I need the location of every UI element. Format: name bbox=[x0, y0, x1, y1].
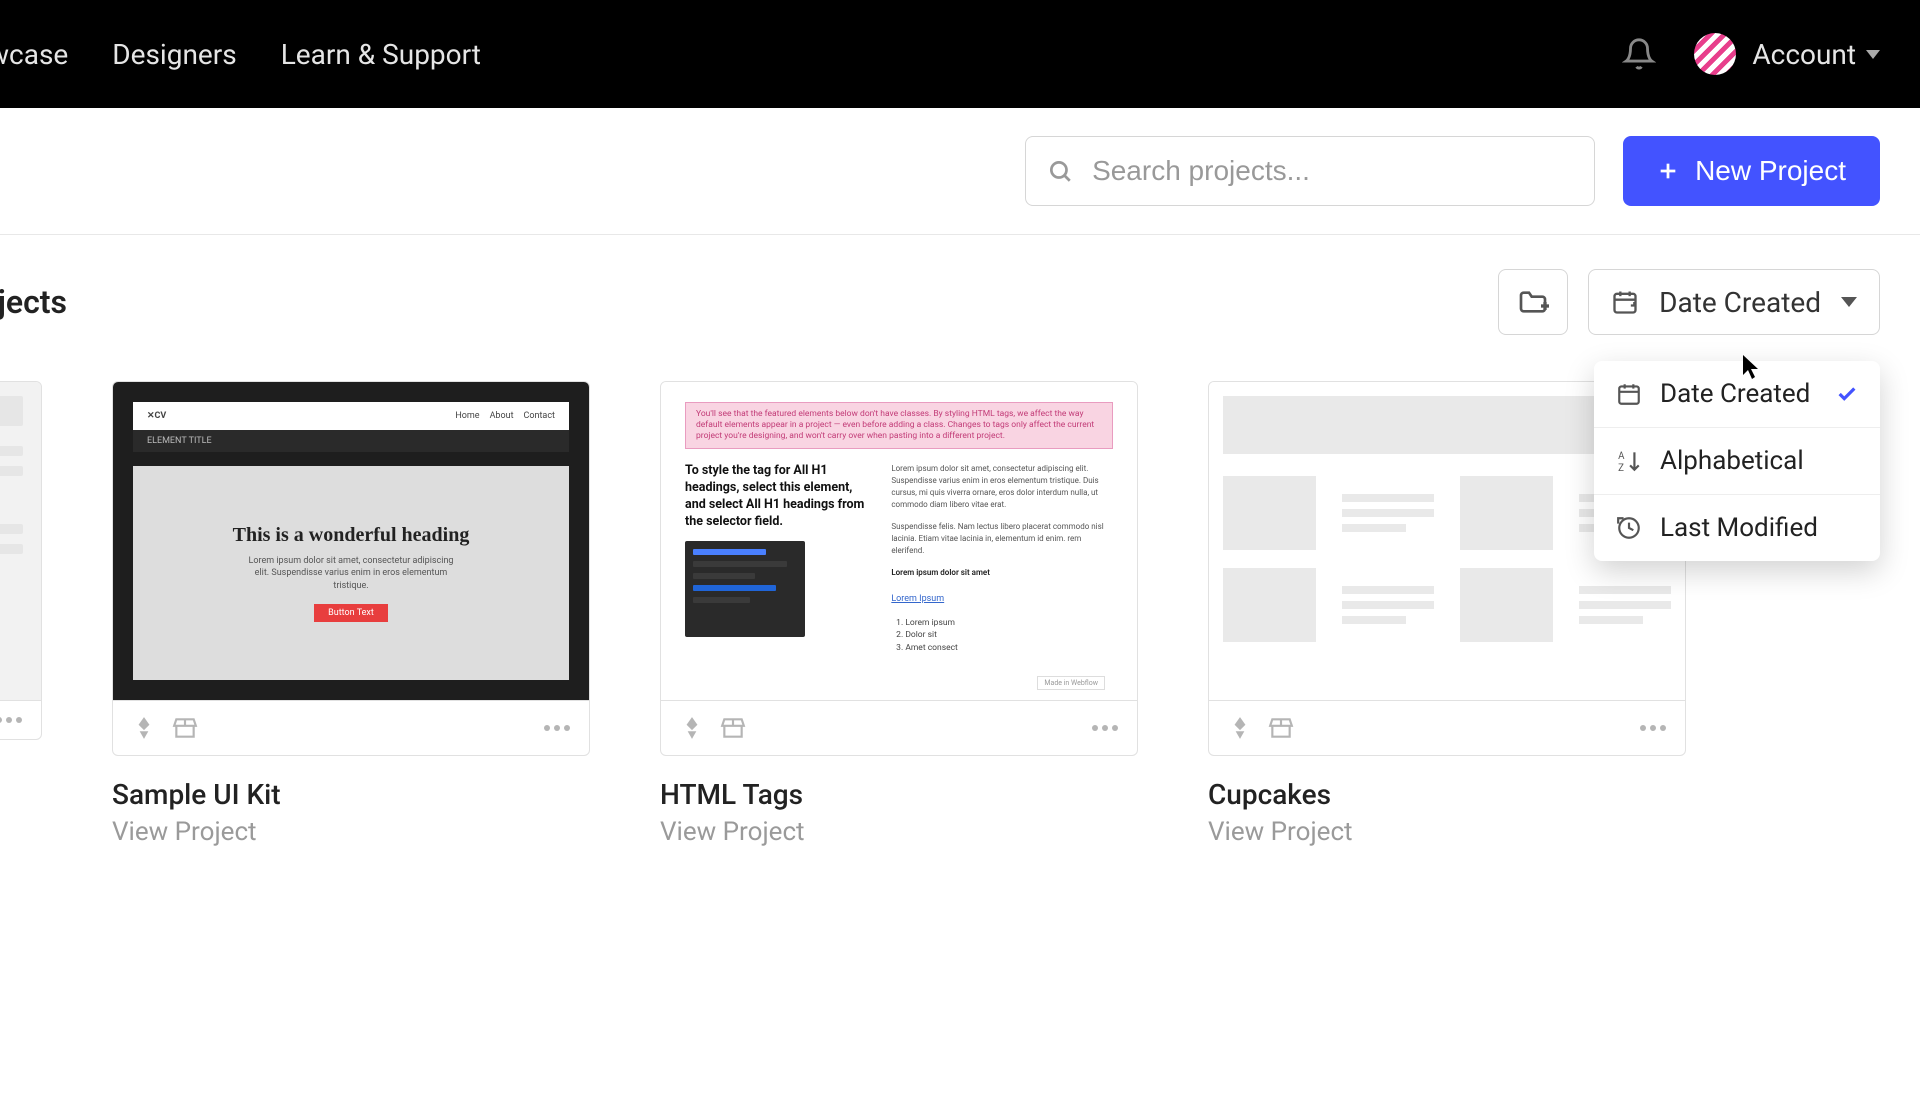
chevron-down-icon bbox=[1866, 50, 1880, 59]
showcase-icon[interactable] bbox=[1267, 715, 1295, 741]
showcase-icon[interactable] bbox=[719, 715, 747, 741]
az-sort-icon: AZ bbox=[1616, 448, 1642, 474]
sort-option-label: Last Modified bbox=[1660, 513, 1858, 543]
project-card[interactable] bbox=[0, 381, 42, 740]
view-project-link[interactable]: View Project bbox=[1208, 817, 1686, 847]
section-bar: Projects Date Created Date Created AZ Al… bbox=[0, 235, 1920, 355]
search-icon bbox=[1047, 158, 1073, 184]
project-card[interactable]: You'll see that the featured elements be… bbox=[660, 381, 1138, 756]
new-folder-button[interactable] bbox=[1498, 269, 1568, 335]
project-title: Sample UI Kit bbox=[112, 778, 590, 811]
avatar[interactable] bbox=[1694, 33, 1736, 75]
sort-option-label: Alphabetical bbox=[1660, 446, 1858, 476]
account-menu[interactable]: Account bbox=[1752, 38, 1880, 71]
sort-button[interactable]: Date Created bbox=[1588, 269, 1880, 335]
search-input[interactable] bbox=[1025, 136, 1595, 206]
caret-down-icon bbox=[1841, 297, 1857, 307]
tools-row: New Project bbox=[0, 108, 1920, 235]
sort-option-last-modified[interactable]: Last Modified bbox=[1594, 495, 1880, 561]
nav-showcase[interactable]: Showcase bbox=[0, 38, 68, 71]
new-project-button[interactable]: New Project bbox=[1623, 136, 1880, 206]
designer-icon[interactable] bbox=[679, 715, 705, 741]
svg-text:A: A bbox=[1618, 451, 1625, 462]
sort-dropdown: Date Created AZ Alphabetical Last Modifi… bbox=[1594, 361, 1880, 561]
designer-icon[interactable] bbox=[1227, 715, 1253, 741]
sort-option-label: Date Created bbox=[1660, 379, 1818, 409]
card-menu-button[interactable] bbox=[543, 723, 571, 733]
new-project-label: New Project bbox=[1695, 155, 1846, 187]
sort-option-alphabetical[interactable]: AZ Alphabetical bbox=[1594, 428, 1880, 495]
account-label: Account bbox=[1752, 38, 1856, 71]
view-project-link[interactable]: View Project bbox=[660, 817, 1138, 847]
card-menu-button[interactable] bbox=[1639, 723, 1667, 733]
project-thumbnail: ✕CVHomeAboutContact ELEMENT TITLE This i… bbox=[113, 382, 589, 700]
project-title: HTML Tags bbox=[660, 778, 1138, 811]
clock-history-icon bbox=[1616, 515, 1642, 541]
card-menu-button[interactable] bbox=[1091, 723, 1119, 733]
calendar-icon bbox=[1611, 288, 1639, 316]
project-thumbnail: You'll see that the featured elements be… bbox=[661, 382, 1137, 700]
notifications-icon[interactable] bbox=[1622, 37, 1656, 71]
designer-icon[interactable] bbox=[131, 715, 157, 741]
project-card[interactable]: ✕CVHomeAboutContact ELEMENT TITLE This i… bbox=[112, 381, 590, 756]
check-icon bbox=[1836, 383, 1858, 405]
calendar-icon bbox=[1616, 381, 1642, 407]
showcase-icon[interactable] bbox=[171, 715, 199, 741]
project-title: Cupcakes bbox=[1208, 778, 1686, 811]
card-menu-button[interactable] bbox=[0, 715, 23, 725]
view-project-link[interactable]: View Project bbox=[112, 817, 590, 847]
sort-current: Date Created bbox=[1659, 286, 1821, 319]
cursor-icon bbox=[1740, 353, 1762, 381]
page-title: Projects bbox=[0, 283, 67, 321]
svg-text:Z: Z bbox=[1618, 463, 1624, 474]
nav-designers[interactable]: Designers bbox=[112, 38, 236, 71]
sort-option-date-created[interactable]: Date Created bbox=[1594, 361, 1880, 428]
top-bar: Showcase Designers Learn & Support Accou… bbox=[0, 0, 1920, 108]
nav-learn-support[interactable]: Learn & Support bbox=[281, 38, 481, 71]
